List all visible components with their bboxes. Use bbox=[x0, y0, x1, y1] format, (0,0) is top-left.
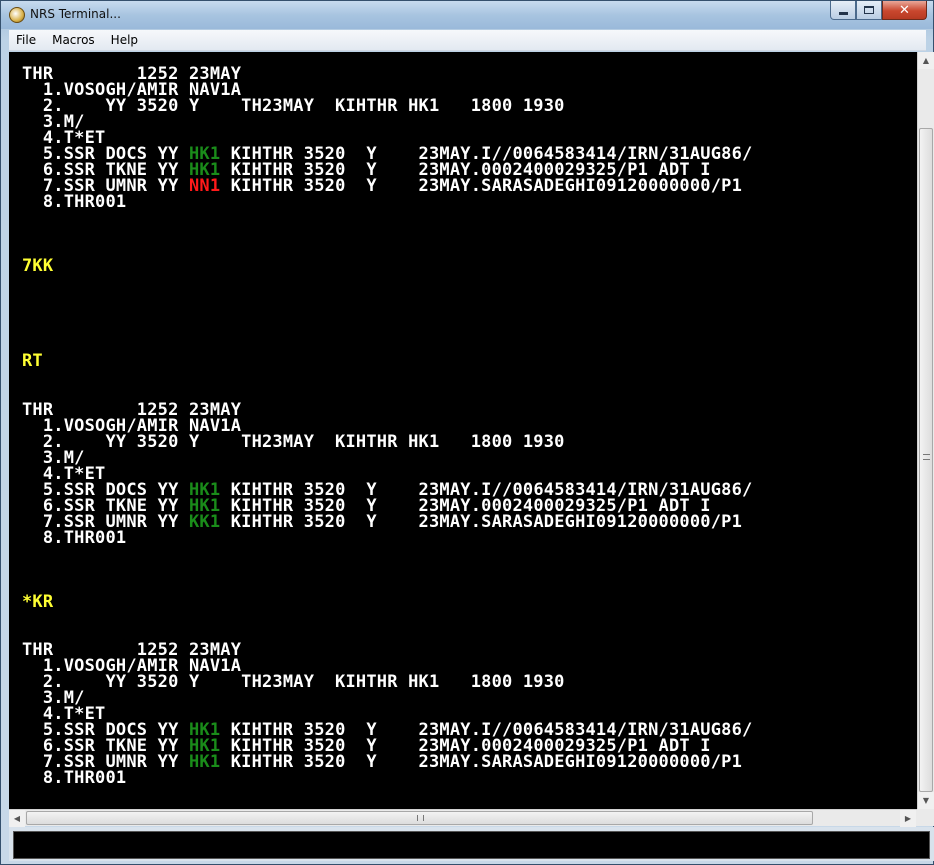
status-code: *KR bbox=[22, 592, 54, 612]
minimize-button[interactable] bbox=[830, 1, 856, 20]
horizontal-scrollbar[interactable]: ◀ ▶ bbox=[9, 809, 917, 827]
horizontal-scroll-thumb[interactable] bbox=[26, 811, 813, 825]
terminal-line: 8.THR001 bbox=[22, 770, 126, 787]
status-code: RT bbox=[22, 351, 43, 371]
window-title: NRS Terminal... bbox=[30, 7, 121, 21]
grip-icon bbox=[417, 815, 424, 821]
status-code: HK1 bbox=[188, 752, 221, 772]
scroll-up-icon[interactable]: ▲ bbox=[918, 52, 934, 69]
title-bar[interactable]: NRS Terminal... ✕ bbox=[1, 1, 933, 29]
command-input[interactable] bbox=[13, 831, 930, 859]
line-text: 2. YY 3520 Y TH23MAY KIHTHR HK1 1800 193… bbox=[22, 432, 565, 452]
scroll-left-icon[interactable]: ◀ bbox=[9, 810, 25, 827]
line-text: 8.THR001 bbox=[22, 768, 127, 788]
maximize-icon bbox=[864, 6, 874, 14]
scroll-down-icon[interactable]: ▼ bbox=[918, 792, 934, 809]
terminal-line: 7.SSR UMNR YY NN1 KIHTHR 3520 Y 23MAY.SA… bbox=[22, 178, 742, 195]
scrollbar-corner bbox=[917, 809, 934, 826]
terminal-line: 7KK bbox=[22, 258, 53, 275]
scroll-right-icon[interactable]: ▶ bbox=[900, 810, 916, 827]
terminal-line: 2. YY 3520 Y TH23MAY KIHTHR HK1 1800 193… bbox=[22, 98, 565, 115]
grip-icon bbox=[923, 454, 930, 460]
line-text: 8.THR001 bbox=[22, 528, 127, 548]
close-icon: ✕ bbox=[899, 2, 910, 18]
terminal-line: 2. YY 3520 Y TH23MAY KIHTHR HK1 1800 193… bbox=[22, 674, 565, 691]
line-text: 2. YY 3520 Y TH23MAY KIHTHR HK1 1800 193… bbox=[22, 96, 565, 116]
terminal-line: RT bbox=[22, 353, 43, 370]
terminal-line: 7.SSR UMNR YY KK1 KIHTHR 3520 Y 23MAY.SA… bbox=[22, 514, 742, 531]
line-text: 2. YY 3520 Y TH23MAY KIHTHR HK1 1800 193… bbox=[22, 672, 565, 692]
app-window: NRS Terminal... ✕ File Macros Help THR 1… bbox=[0, 0, 934, 865]
line-text: KIHTHR 3520 Y 23MAY.SARASADEGHI091200000… bbox=[220, 752, 743, 772]
status-code: NN1 bbox=[188, 176, 221, 196]
line-text: 8.THR001 bbox=[22, 192, 127, 212]
menu-file[interactable]: File bbox=[15, 33, 37, 47]
terminal-line: 7.SSR UMNR YY HK1 KIHTHR 3520 Y 23MAY.SA… bbox=[22, 754, 742, 771]
caption-buttons: ✕ bbox=[830, 1, 927, 21]
terminal-line: 2. YY 3520 Y TH23MAY KIHTHR HK1 1800 193… bbox=[22, 434, 565, 451]
minimize-icon bbox=[838, 11, 848, 15]
close-button[interactable]: ✕ bbox=[882, 1, 927, 20]
vertical-scrollbar[interactable]: ▲ ▼ bbox=[917, 52, 934, 809]
terminal-line: 8.THR001 bbox=[22, 194, 126, 211]
menu-help[interactable]: Help bbox=[110, 33, 139, 47]
terminal-output[interactable]: THR 1252 23MAY 1.VOSOGH/AMIR NAV1A 2. YY… bbox=[9, 52, 917, 809]
terminal-line: *KR bbox=[22, 594, 53, 611]
command-bar bbox=[9, 827, 934, 861]
maximize-button[interactable] bbox=[856, 1, 882, 20]
vertical-scroll-thumb[interactable] bbox=[919, 128, 933, 792]
line-text: KIHTHR 3520 Y 23MAY.SARASADEGHI091200000… bbox=[220, 176, 743, 196]
terminal-line: 8.THR001 bbox=[22, 530, 126, 547]
status-code: KK1 bbox=[188, 512, 221, 532]
line-text: KIHTHR 3520 Y 23MAY.SARASADEGHI091200000… bbox=[220, 512, 743, 532]
app-icon bbox=[9, 7, 25, 23]
menu-macros[interactable]: Macros bbox=[51, 33, 96, 47]
status-code: 7KK bbox=[22, 256, 54, 276]
menu-bar: File Macros Help bbox=[9, 30, 926, 51]
